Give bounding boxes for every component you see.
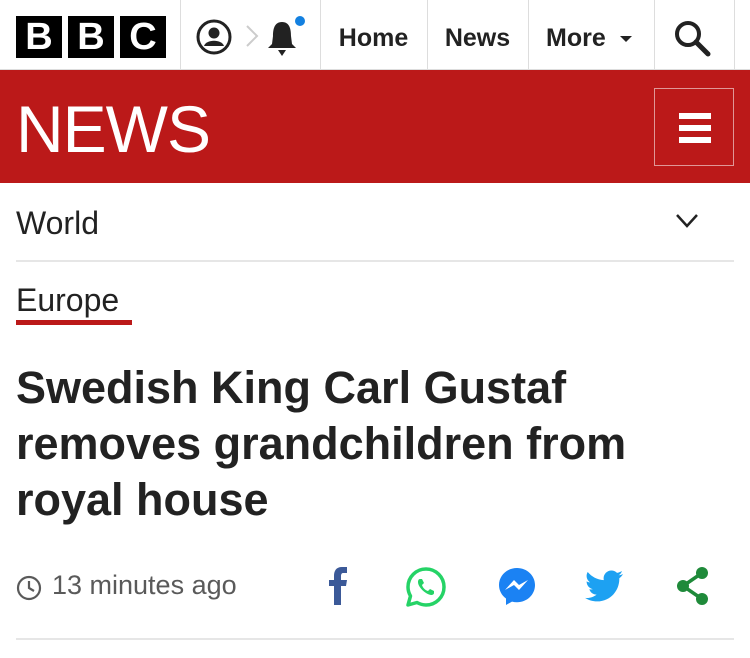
bbc-logo[interactable]: B B C <box>16 16 166 58</box>
bbc-logo-letter: C <box>120 16 166 58</box>
nav-item-news[interactable]: News <box>427 0 528 70</box>
whatsapp-share-icon[interactable] <box>405 566 447 608</box>
hamburger-icon <box>679 125 711 131</box>
divider <box>734 0 735 70</box>
section-label: World <box>16 205 99 241</box>
chevron-separator-icon <box>246 25 259 47</box>
twitter-share-icon[interactable] <box>585 570 625 606</box>
top-navigation-bar: B B C Home News More <box>0 0 750 70</box>
bell-icon[interactable] <box>262 16 306 58</box>
hamburger-icon <box>679 137 711 143</box>
article-timestamp: 13 minutes ago <box>52 570 237 600</box>
clock-icon <box>16 575 42 601</box>
account-icon[interactable] <box>195 18 233 56</box>
bbc-logo-letter: B <box>68 16 114 58</box>
news-wordmark[interactable]: NEWS <box>16 94 211 164</box>
chevron-down-icon <box>676 214 698 228</box>
share-icon[interactable] <box>676 566 710 606</box>
divider <box>16 638 734 640</box>
notification-dot <box>295 16 305 26</box>
nav-item-more[interactable]: More <box>528 0 654 70</box>
section-selector[interactable]: World <box>16 183 734 262</box>
divider <box>654 0 655 70</box>
search-icon[interactable] <box>672 18 712 58</box>
news-banner: NEWS <box>0 70 750 183</box>
facebook-share-icon[interactable] <box>328 566 350 606</box>
nav-more-label: More <box>546 24 606 52</box>
nav-item-home[interactable]: Home <box>320 0 427 70</box>
menu-button[interactable] <box>654 88 734 166</box>
hamburger-icon <box>679 113 711 119</box>
caret-down-icon <box>619 36 632 43</box>
subsection-link[interactable]: Europe <box>16 282 119 319</box>
article-headline: Swedish King Carl Gustaf removes grandch… <box>16 362 627 525</box>
subsection-underline <box>16 320 132 325</box>
bbc-logo-letter: B <box>16 16 62 58</box>
messenger-share-icon[interactable] <box>497 566 537 606</box>
divider <box>180 0 181 70</box>
